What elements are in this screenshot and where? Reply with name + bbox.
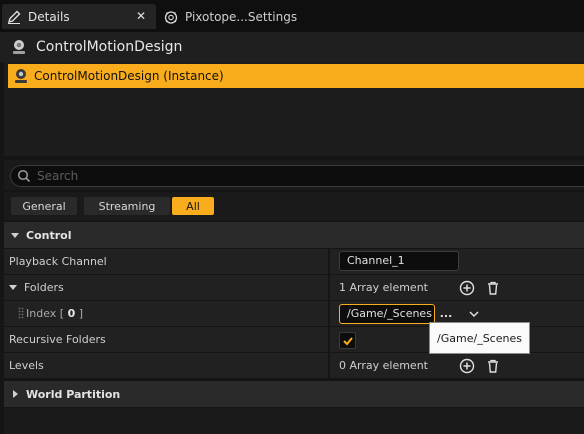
component-icon — [12, 67, 30, 85]
column-divider — [328, 301, 330, 326]
chevron-down-icon — [10, 230, 20, 240]
folders-array-summary: 1 Array element — [339, 281, 428, 294]
component-item-label: ControlMotionDesign (Instance) — [34, 69, 224, 83]
property-name: Playback Channel — [9, 255, 107, 268]
playback-channel-field[interactable]: Channel_1 — [339, 251, 459, 271]
filter-row: General Streaming All — [4, 192, 584, 220]
actor-title: ControlMotionDesign — [36, 39, 183, 55]
component-tree: ControlMotionDesign (Instance) — [4, 62, 584, 156]
chevron-right-icon — [10, 389, 20, 399]
recursive-folders-checkbox[interactable] — [339, 332, 356, 349]
property-name: Recursive Folders — [9, 333, 106, 346]
property-row-playback-channel: Playback Channel Channel_1 — [4, 249, 584, 274]
property-name: Levels — [9, 359, 44, 372]
pixotope-icon — [162, 8, 180, 26]
array-index-suffix: ] — [75, 307, 84, 320]
search-row — [4, 160, 584, 190]
search-box[interactable] — [10, 165, 584, 187]
tab-details-label: Details — [28, 9, 70, 24]
tab-details[interactable]: Details ✕ — [2, 4, 156, 29]
levels-array-summary: 0 Array element — [339, 359, 428, 372]
chevron-down-icon[interactable] — [466, 306, 482, 322]
actor-header: ControlMotionDesign — [0, 32, 584, 62]
property-row-folders: Folders 1 Array element — [4, 275, 584, 300]
filter-all-button[interactable]: All — [172, 197, 214, 215]
category-control[interactable]: Control — [4, 222, 584, 248]
add-element-icon[interactable] — [459, 280, 475, 296]
filter-streaming-button[interactable]: Streaming — [84, 197, 170, 215]
chevron-down-icon[interactable] — [8, 282, 18, 292]
drag-handle-icon[interactable] — [18, 307, 24, 320]
column-divider — [328, 353, 330, 378]
browse-button[interactable]: ... — [438, 305, 454, 321]
column-divider — [328, 275, 330, 300]
column-divider — [328, 249, 330, 274]
tab-pixotope-label: Pixotope...Settings — [185, 9, 298, 24]
property-row-levels: Levels 0 Array element — [4, 353, 584, 378]
filter-general-button[interactable]: General — [11, 197, 77, 215]
trash-icon[interactable] — [485, 280, 501, 296]
search-icon — [17, 169, 31, 183]
category-world-partition[interactable]: World Partition — [4, 381, 584, 407]
tab-bar: Details ✕ Pixotope...Settings — [0, 0, 584, 32]
close-icon[interactable]: ✕ — [134, 8, 148, 24]
category-control-label: Control — [26, 228, 72, 242]
add-element-icon[interactable] — [459, 358, 475, 374]
path-tooltip: /Game/_Scenes — [429, 322, 530, 354]
property-name: Folders — [24, 281, 64, 294]
search-input[interactable] — [37, 169, 537, 183]
tab-pixotope-settings[interactable]: Pixotope...Settings — [159, 4, 339, 29]
trash-icon[interactable] — [485, 358, 501, 374]
array-index-prefix: Index [ — [26, 307, 68, 320]
empty-area — [4, 408, 584, 434]
component-item-selected[interactable]: ControlMotionDesign (Instance) — [8, 64, 584, 88]
column-divider — [328, 327, 330, 352]
component-icon — [10, 38, 28, 56]
checkmark-icon — [342, 336, 353, 345]
array-index-label: Index [ 0 ] — [26, 301, 83, 326]
pencil-icon — [5, 8, 23, 26]
category-world-partition-label: World Partition — [26, 387, 121, 401]
folder-path-field[interactable]: /Game/_Scenes — [339, 304, 435, 324]
